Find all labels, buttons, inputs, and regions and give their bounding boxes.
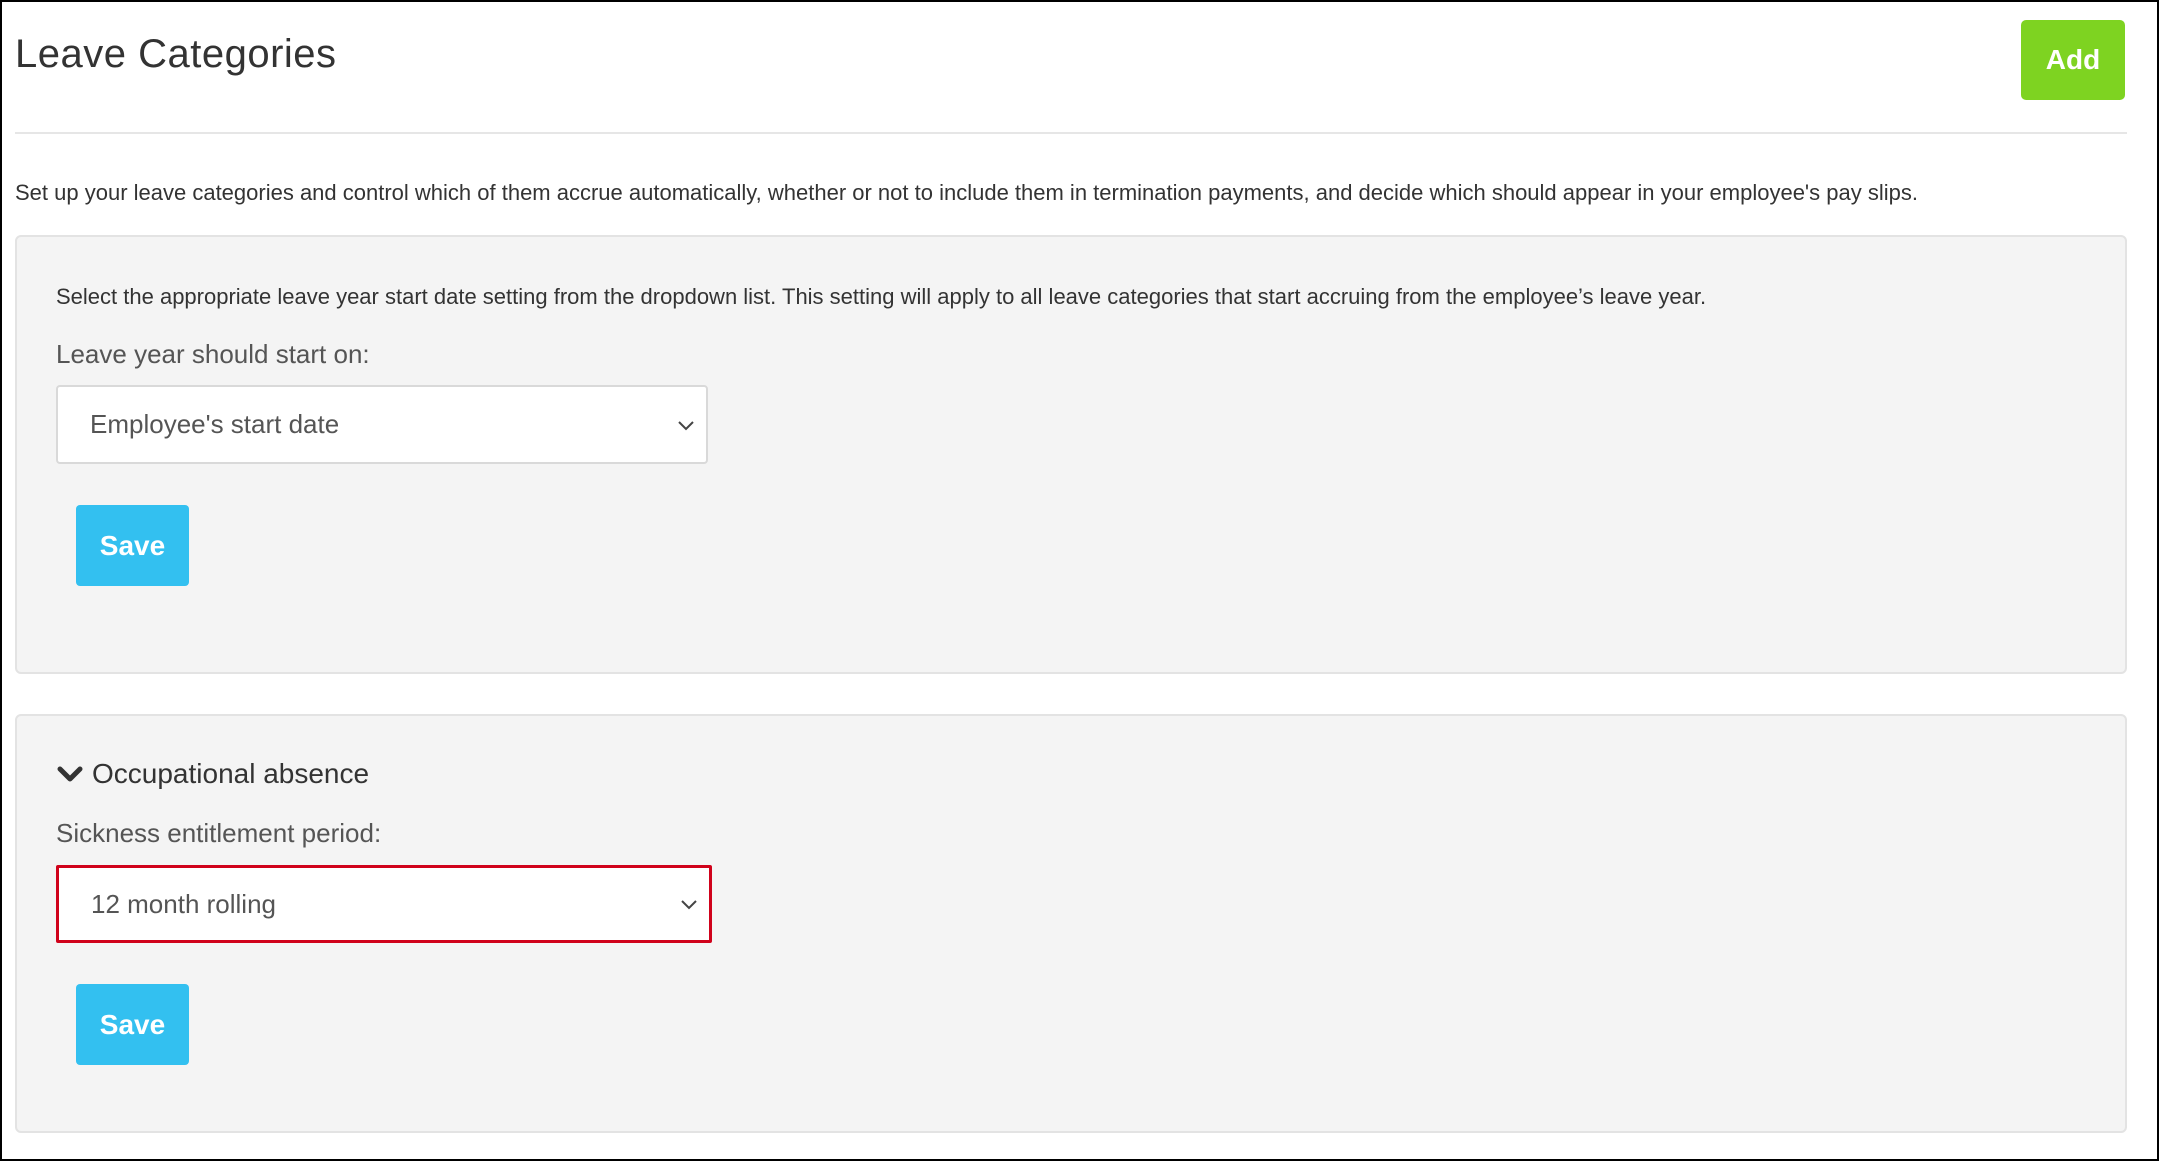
leave-year-label: Leave year should start on: (56, 339, 370, 369)
intro-text: Set up your leave categories and control… (15, 180, 1918, 205)
leave-year-selected-value: Employee's start date (90, 409, 340, 439)
occupational-absence-toggle[interactable]: Occupational absence (56, 758, 369, 790)
leave-year-panel: Select the appropriate leave year start … (15, 235, 2127, 674)
occupational-absence-panel: Occupational absence Sickness entitlemen… (15, 714, 2127, 1133)
chevron-down-icon (57, 766, 83, 782)
sickness-entitlement-selected-value: 12 month rolling (91, 888, 276, 919)
page-frame: Leave Categories Add Set up your leave c… (0, 0, 2159, 1161)
add-button[interactable]: Add (2021, 20, 2125, 100)
leave-year-description: Select the appropriate leave year start … (56, 284, 1707, 309)
chevron-down-icon (678, 420, 694, 430)
header-divider (15, 132, 2127, 134)
leave-year-select[interactable]: Employee's start date (56, 385, 708, 464)
page-title: Leave Categories (15, 32, 337, 76)
sickness-entitlement-label: Sickness entitlement period: (56, 818, 382, 848)
sickness-entitlement-select[interactable]: 12 month rolling (56, 865, 712, 943)
chevron-down-icon (681, 900, 697, 910)
leave-year-save-button[interactable]: Save (76, 505, 189, 586)
sickness-entitlement-save-button[interactable]: Save (76, 984, 189, 1065)
occupational-absence-title: Occupational absence (92, 758, 370, 789)
